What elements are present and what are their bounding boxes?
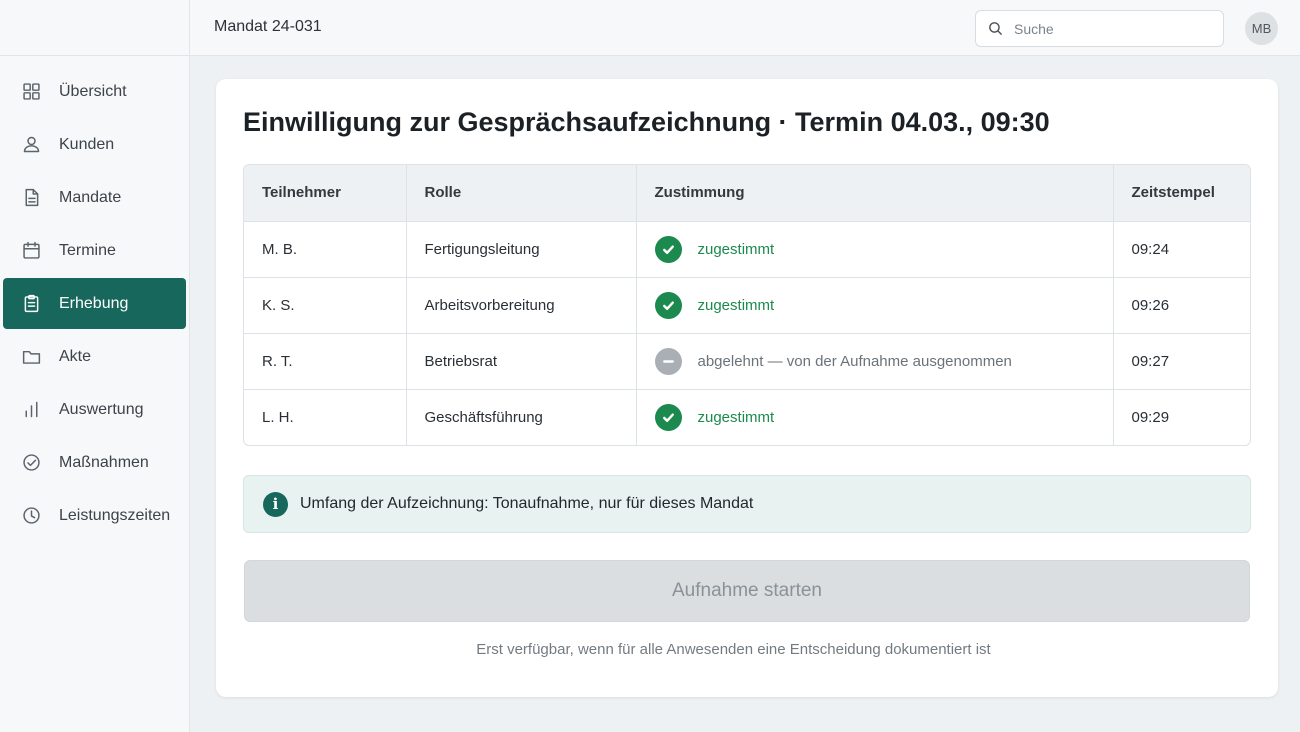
info-text: Umfang der Aufzeichnung: Tonaufnahme, nu… <box>300 495 754 512</box>
sidebar-header <box>0 0 189 56</box>
calendar-icon <box>20 240 42 262</box>
topbar: Mandat 24-031 MB <box>190 0 1300 56</box>
sidebar-item-label: Leistungszeiten <box>59 506 171 524</box>
sidebar-item-label: Auswertung <box>59 400 144 418</box>
page-title: Einwilligung zur Gesprächsaufzeichnung ·… <box>243 107 1050 137</box>
consent-cell: zugestimmt <box>636 276 1114 333</box>
sidebar-item-label: Termine <box>59 241 116 259</box>
avatar[interactable]: MB <box>1245 12 1278 45</box>
check-circle-icon <box>20 452 42 474</box>
grid-icon <box>20 81 42 103</box>
folder-icon <box>20 346 42 368</box>
table-row: K. S. Arbeitsvorbereitung zugestimmt 09:… <box>244 276 1250 333</box>
consent-cell: zugestimmt <box>636 388 1114 445</box>
clock-icon <box>20 505 42 527</box>
role-cell: Fertigungsleitung <box>406 220 637 277</box>
availability-hint: Erst verfügbar, wenn für alle Anwesenden… <box>476 641 991 658</box>
consent-cell: abgelehnt — von der Aufnahme ausgenommen <box>636 332 1114 389</box>
participant-cell: L. H. <box>244 388 407 445</box>
clipboard-icon <box>20 293 42 315</box>
column-header-role: Rolle <box>406 165 637 221</box>
column-header-consent: Zustimmung <box>636 165 1114 221</box>
sidebar-item-mandate[interactable]: Mandate <box>3 172 186 223</box>
consent-table: Teilnehmer Rolle Zustimmung Zeitstempel … <box>243 164 1251 446</box>
check-icon <box>654 235 682 263</box>
timestamp-cell: 09:29 <box>1113 388 1250 445</box>
search-icon <box>989 22 1002 35</box>
participant-cell: R. T. <box>244 332 407 389</box>
role-cell: Arbeitsvorbereitung <box>406 276 637 333</box>
sidebar-item-label: Kunden <box>59 135 115 153</box>
sidebar-item-auswertung[interactable]: Auswertung <box>3 384 186 435</box>
check-icon <box>654 291 682 319</box>
start-recording-button[interactable]: Aufnahme starten <box>244 560 1250 622</box>
timestamp-cell: 09:27 <box>1113 332 1250 389</box>
sidebar-item-termine[interactable]: Termine <box>3 225 186 276</box>
info-icon: i <box>263 491 288 517</box>
column-header-participant: Teilnehmer <box>244 165 407 221</box>
sidebar: Übersicht Kunden Mandate Termine Erhebun… <box>0 0 190 732</box>
sidebar-item-label: Maßnahmen <box>59 453 149 471</box>
sidebar-nav: Übersicht Kunden Mandate Termine Erhebun… <box>0 56 189 541</box>
sidebar-item-uebersicht[interactable]: Übersicht <box>3 66 186 117</box>
sidebar-item-kunden[interactable]: Kunden <box>3 119 186 170</box>
role-cell: Geschäftsführung <box>406 388 637 445</box>
search-box[interactable] <box>975 10 1224 47</box>
check-icon <box>654 403 682 431</box>
person-icon <box>20 134 42 156</box>
search-input[interactable] <box>1014 20 1204 37</box>
sidebar-item-akte[interactable]: Akte <box>3 331 186 382</box>
role-cell: Betriebsrat <box>406 332 637 389</box>
participant-cell: M. B. <box>244 220 407 277</box>
sidebar-item-label: Erhebung <box>59 294 129 312</box>
participant-cell: K. S. <box>244 276 407 333</box>
sidebar-item-massnahmen[interactable]: Maßnahmen <box>3 437 186 488</box>
timestamp-cell: 09:26 <box>1113 276 1250 333</box>
consent-cell: zugestimmt <box>636 220 1114 277</box>
document-icon <box>20 187 42 209</box>
sidebar-item-label: Mandate <box>59 188 122 206</box>
bar-chart-icon <box>20 399 42 421</box>
table-row: L. H. Geschäftsführung zugestimmt 09:29 <box>244 388 1250 445</box>
table-header-row: Teilnehmer Rolle Zustimmung Zeitstempel <box>244 165 1250 221</box>
consent-status: zugestimmt <box>697 240 775 258</box>
sidebar-item-label: Übersicht <box>59 82 127 100</box>
table-row: R. T. Betriebsrat abgelehnt — von der Au… <box>244 332 1250 389</box>
table-row: M. B. Fertigungsleitung zugestimmt 09:24 <box>244 220 1250 277</box>
consent-status: abgelehnt — von der Aufnahme ausgenommen <box>697 352 1012 370</box>
timestamp-cell: 09:24 <box>1113 220 1250 277</box>
consent-status: zugestimmt <box>697 296 775 314</box>
mandate-title: Mandat 24-031 <box>214 18 322 35</box>
sidebar-item-leistungszeiten[interactable]: Leistungszeiten <box>3 490 186 541</box>
sidebar-item-label: Akte <box>59 347 92 365</box>
recording-scope-info: i Umfang der Aufzeichnung: Tonaufnahme, … <box>243 475 1251 533</box>
minus-icon <box>654 347 682 375</box>
column-header-timestamp: Zeitstempel <box>1113 165 1250 221</box>
sidebar-item-erhebung[interactable]: Erhebung <box>3 278 186 329</box>
consent-status: zugestimmt <box>697 408 775 426</box>
consent-card: Einwilligung zur Gesprächsaufzeichnung ·… <box>216 79 1278 697</box>
